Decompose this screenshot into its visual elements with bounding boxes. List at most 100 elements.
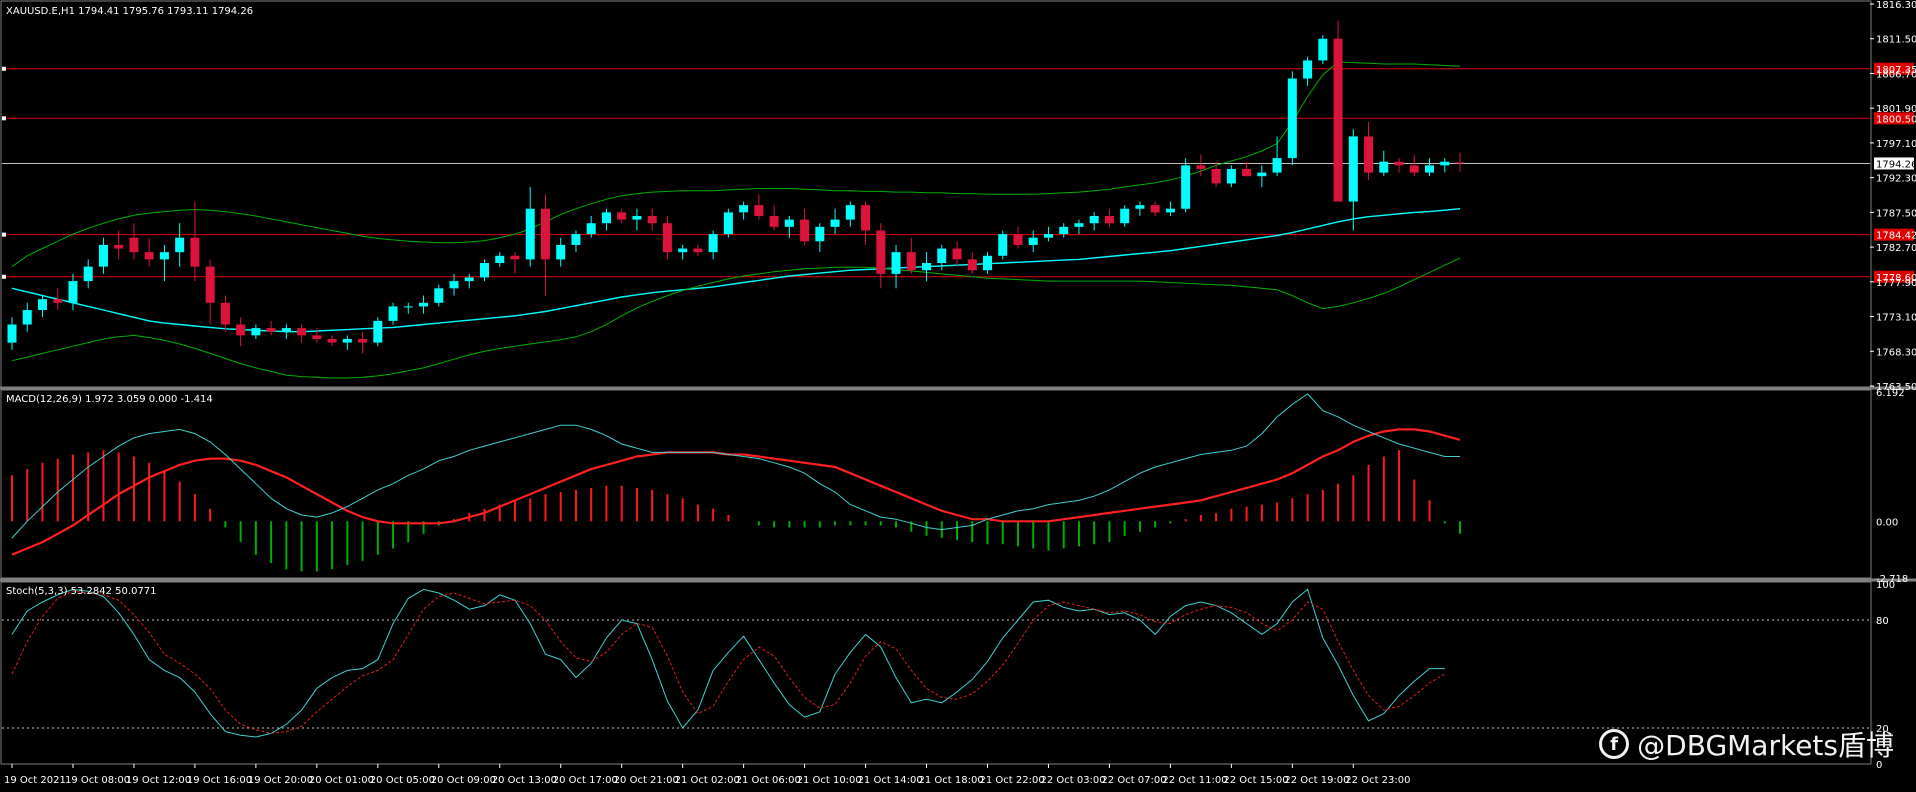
candle-body — [312, 335, 322, 339]
candle-body — [632, 215, 642, 220]
time-axis-label: 19 Oct 2021 — [4, 775, 66, 786]
candle-body — [1211, 168, 1221, 184]
chart-root: 1807.35 1800.50 1784.42 1778.60 1816.30 1811.… — [0, 0, 1916, 792]
candle-body — [1043, 234, 1053, 238]
macd-header: MACD(12,26,9) 1.972 3.059 0.000 -1.414 — [6, 394, 213, 405]
candle-body — [297, 328, 307, 336]
time-axis-label: 21 Oct 06:00 — [736, 775, 801, 786]
macd-axis-label: 0.00 — [1876, 517, 1898, 528]
candle-body — [1348, 136, 1358, 202]
candle-body — [647, 215, 657, 224]
candle-body — [525, 208, 535, 260]
candle-body — [1104, 215, 1114, 224]
candle-body — [1303, 60, 1313, 79]
candle-body — [815, 226, 825, 242]
macd-signal-line — [11, 428, 1461, 556]
price-axis-label: 1787.50 — [1876, 208, 1916, 219]
candle-body — [586, 223, 596, 235]
candle-body — [982, 255, 992, 271]
candle-body — [1135, 205, 1145, 209]
candle-body — [571, 234, 581, 245]
dbg-logo-icon: f — [1599, 729, 1630, 759]
trading-chart[interactable]: 1807.351800.501784.421778.601816.301811.… — [0, 0, 1916, 792]
candle-body — [1394, 161, 1404, 166]
price-axis-label: 1777.90 — [1876, 278, 1916, 289]
time-axis-label: 22 Oct 19:00 — [1284, 775, 1349, 786]
macd-panel-frame — [0, 389, 1872, 579]
price-axis-label: 1816.30 — [1876, 0, 1916, 11]
candle-body — [98, 244, 108, 267]
candle-body — [1028, 237, 1038, 245]
candle-body — [373, 320, 383, 343]
macd-axis-label: 6.192 — [1876, 388, 1905, 399]
level-handle — [2, 66, 6, 71]
candle-body — [1272, 158, 1282, 173]
time-axis-label: 21 Oct 02:00 — [675, 775, 740, 786]
candle-body — [784, 219, 794, 227]
time-axis-label: 22 Oct 03:00 — [1040, 775, 1105, 786]
watermark-text: @DBGMarkets盾博 — [1637, 729, 1894, 762]
stoch-main-line — [11, 588, 1445, 738]
candle-body — [998, 234, 1008, 256]
candle-body — [922, 263, 932, 271]
time-axis-label: 19 Oct 08:00 — [65, 775, 130, 786]
candle-body — [1409, 165, 1419, 173]
candle-body — [220, 302, 230, 325]
candle-body — [175, 237, 185, 253]
candle-body — [830, 219, 840, 227]
candle-body — [1287, 78, 1297, 159]
price-panel-frame — [0, 0, 1872, 388]
candle-body — [281, 328, 291, 332]
candle-body — [83, 266, 93, 282]
candle-body — [861, 205, 871, 231]
candle-body — [464, 277, 474, 282]
candle-body — [845, 205, 855, 220]
candle-body — [1120, 208, 1130, 224]
candle-body — [7, 324, 17, 343]
candle-body — [1196, 165, 1206, 169]
stoch-panel-frame — [0, 581, 1872, 765]
stoch-header: Stoch(5,3,3) 53.2842 50.0771 — [6, 586, 157, 597]
candle-body — [601, 212, 611, 224]
candle-body — [617, 212, 627, 220]
candle-body — [967, 259, 977, 271]
price-axis-label: 1792.30 — [1876, 174, 1916, 185]
candle-body — [1226, 168, 1236, 184]
candle-body — [1013, 234, 1023, 245]
candle-body — [449, 281, 459, 289]
candle-body — [1333, 38, 1343, 202]
candle-body — [266, 328, 276, 332]
stoch-axis-label: 80 — [1876, 616, 1889, 627]
candle-body — [708, 234, 718, 253]
time-axis-label: 20 Oct 05:00 — [370, 775, 435, 786]
price-axis-label: 1801.90 — [1876, 104, 1916, 115]
candle-body — [1425, 165, 1435, 173]
candle-body — [540, 208, 550, 260]
price-axis-label: 1797.10 — [1876, 139, 1916, 150]
level-handle — [2, 274, 6, 279]
time-axis-label: 21 Oct 14:00 — [858, 775, 923, 786]
time-axis-label: 21 Oct 18:00 — [919, 775, 984, 786]
candle-body — [327, 338, 337, 343]
candle-body — [1074, 223, 1084, 227]
candle-body — [37, 299, 47, 311]
candle-body — [891, 252, 901, 274]
candle-body — [723, 212, 733, 235]
candle-body — [190, 237, 200, 267]
candle-body — [1318, 38, 1328, 61]
candle-body — [495, 255, 505, 264]
candle-body — [556, 244, 566, 260]
time-axis-label: 20 Oct 17:00 — [553, 775, 618, 786]
level-price-label: 1800.50 — [1876, 114, 1916, 125]
candle-body — [419, 302, 429, 307]
candle-body — [205, 266, 215, 303]
price-axis-label: 1811.50 — [1876, 35, 1916, 46]
candle-body — [800, 219, 810, 242]
macd-macd-line — [11, 393, 1460, 539]
candle-body — [480, 263, 490, 278]
time-axis-label: 20 Oct 01:00 — [309, 775, 374, 786]
candle-body — [114, 244, 124, 249]
candle-body — [662, 223, 672, 253]
candle-body — [53, 299, 63, 303]
candle-body — [159, 252, 169, 260]
